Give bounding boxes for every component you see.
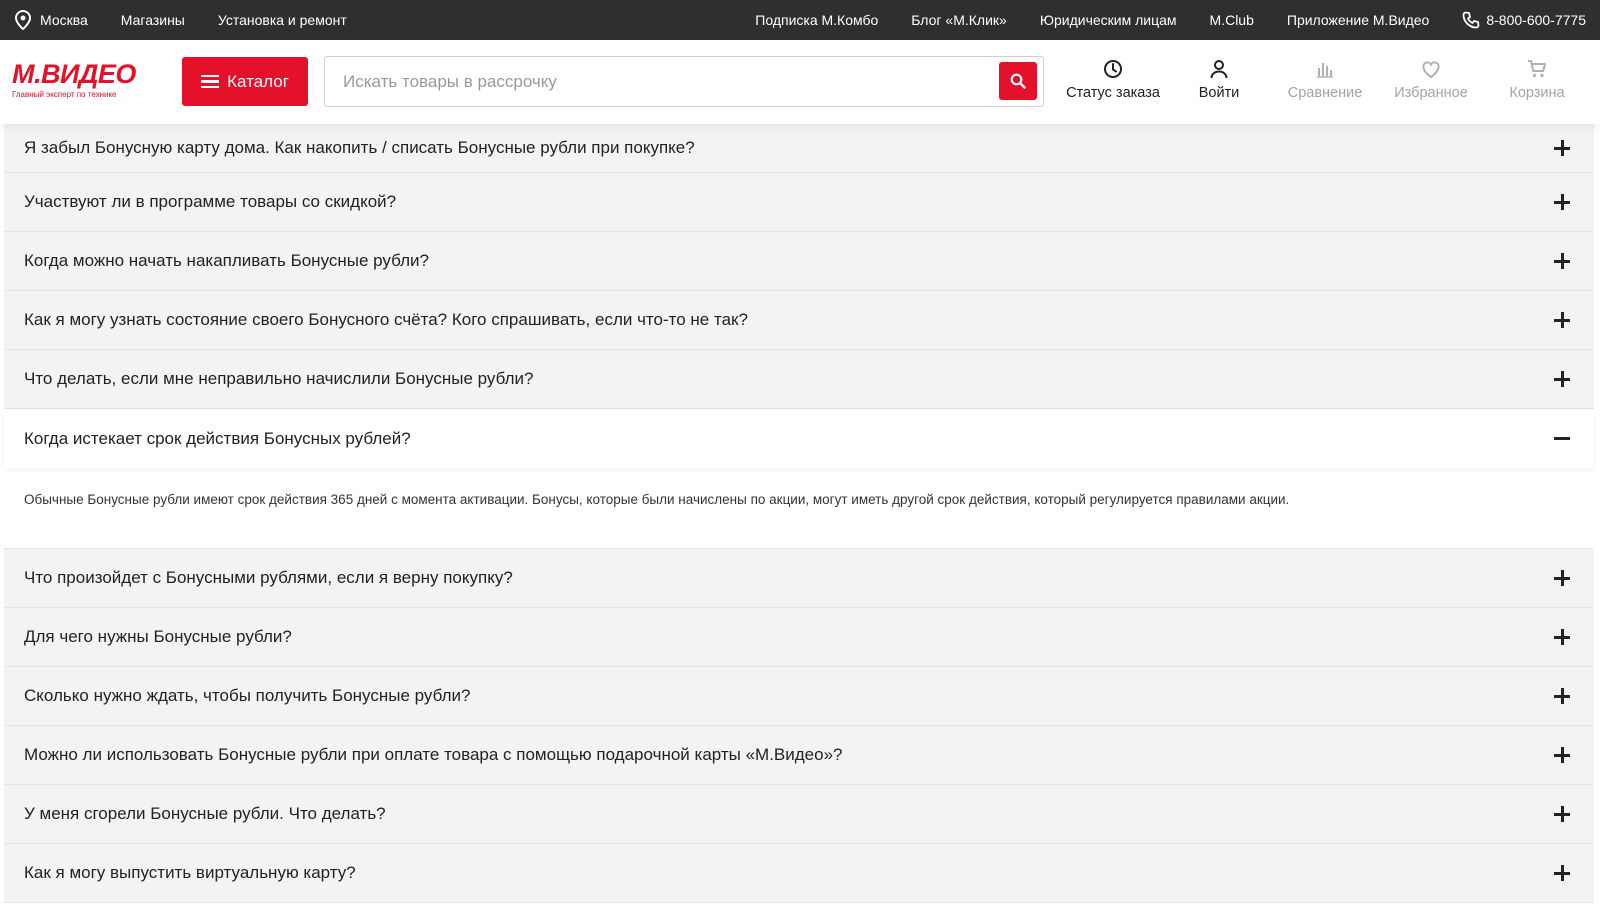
login-label: Войти: [1198, 85, 1240, 101]
faq-item[interactable]: Как я могу узнать состояние своего Бонус…: [4, 291, 1594, 350]
faq-accordion: Я забыл Бонусную карту дома. Как накопит…: [4, 124, 1594, 903]
topbar-link-blog[interactable]: Блог «М.Клик»: [911, 12, 1007, 28]
faq-question: Когда истекает срок действия Бонусных ру…: [24, 428, 411, 448]
top-bar: Москва Магазины Установка и ремонт Подпи…: [0, 0, 1600, 40]
plus-icon[interactable]: [1554, 253, 1570, 269]
topbar-link-mclub[interactable]: M.Club: [1210, 12, 1254, 28]
heart-icon: [1422, 61, 1440, 79]
plus-icon[interactable]: [1554, 312, 1570, 328]
faq-item[interactable]: Для чего нужны Бонусные рубли?: [4, 608, 1594, 667]
phone-link[interactable]: 8-800-600-7775: [1462, 11, 1586, 29]
compare-label: Сравнение: [1287, 85, 1363, 101]
catalog-button[interactable]: Каталог: [182, 57, 308, 106]
faq-answer: Обычные Бонусные рубли имеют срок действ…: [4, 468, 1594, 549]
faq-item[interactable]: Сколько нужно ждать, чтобы получить Бону…: [4, 667, 1594, 726]
plus-icon[interactable]: [1554, 806, 1570, 822]
faq-question: Что произойдет с Бонусными рублями, если…: [24, 568, 513, 587]
faq-item[interactable]: Как я могу выпустить виртуальную карту?: [4, 844, 1594, 903]
faq-question: У меня сгорели Бонусные рубли. Что делат…: [24, 804, 386, 823]
faq-question: Когда можно начать накапливать Бонусные …: [24, 251, 429, 270]
faq-question: Для чего нужны Бонусные рубли?: [24, 627, 292, 646]
order-status-label: Статус заказа: [1066, 85, 1160, 101]
minus-icon[interactable]: [1554, 431, 1570, 447]
phone-icon: [1462, 11, 1480, 29]
clock-icon: [1104, 60, 1122, 78]
faq-item[interactable]: Когда можно начать накапливать Бонусные …: [4, 232, 1594, 291]
compare-button[interactable]: Сравнение: [1272, 58, 1378, 101]
compare-icon: [1317, 63, 1333, 78]
faq-question: Сколько нужно ждать, чтобы получить Бону…: [24, 686, 471, 705]
login-button[interactable]: Войти: [1166, 58, 1272, 101]
phone-number: 8-800-600-7775: [1486, 12, 1586, 28]
plus-icon[interactable]: [1554, 865, 1570, 881]
topbar-link-subscription[interactable]: Подписка М.Комбо: [755, 12, 878, 28]
city-label: Москва: [40, 12, 88, 28]
order-status-button[interactable]: Статус заказа: [1060, 58, 1166, 101]
menu-icon: [201, 74, 220, 89]
faq-item[interactable]: Я забыл Бонусную карту дома. Как накопит…: [4, 124, 1594, 173]
plus-icon[interactable]: [1554, 140, 1570, 156]
main-header: М.ВИДЕО Главный эксперт по технике Катал…: [0, 40, 1600, 124]
faq-question: Как я могу выпустить виртуальную карту?: [24, 863, 356, 882]
plus-icon[interactable]: [1554, 371, 1570, 387]
cart-label: Корзина: [1509, 85, 1565, 101]
logo-text: М.ВИДЕО: [12, 59, 136, 89]
search-input[interactable]: [325, 57, 985, 106]
faq-question: Я забыл Бонусную карту дома. Как накопит…: [24, 138, 695, 157]
faq-item-open[interactable]: Когда истекает срок действия Бонусных ру…: [4, 409, 1594, 468]
plus-icon[interactable]: [1554, 688, 1570, 704]
topbar-link-stores[interactable]: Магазины: [121, 12, 185, 28]
faq-question: Участвуют ли в программе товары со скидк…: [24, 192, 397, 211]
location-pin-icon: [14, 10, 32, 30]
logo[interactable]: М.ВИДЕО Главный эксперт по технике: [12, 60, 142, 102]
logo-tagline: Главный эксперт по технике: [12, 90, 117, 99]
topbar-link-business[interactable]: Юридическим лицам: [1040, 12, 1177, 28]
search-box: [324, 56, 1044, 107]
faq-item[interactable]: Можно ли использовать Бонусные рубли при…: [4, 726, 1594, 785]
plus-icon[interactable]: [1554, 570, 1570, 586]
cart-button[interactable]: Корзина: [1484, 58, 1590, 101]
faq-question: Как я могу узнать состояние своего Бонус…: [24, 310, 748, 329]
search-icon: [1010, 73, 1026, 89]
topbar-link-install[interactable]: Установка и ремонт: [218, 12, 347, 28]
plus-icon[interactable]: [1554, 747, 1570, 763]
faq-item[interactable]: Что делать, если мне неправильно начисли…: [4, 350, 1594, 409]
favorites-label: Избранное: [1394, 85, 1468, 101]
faq-item[interactable]: Что произойдет с Бонусными рублями, если…: [4, 549, 1594, 608]
search-button[interactable]: [999, 62, 1037, 100]
faq-item[interactable]: Участвуют ли в программе товары со скидк…: [4, 173, 1594, 232]
favorites-button[interactable]: Избранное: [1378, 58, 1484, 101]
user-icon: [1210, 60, 1228, 79]
faq-item[interactable]: У меня сгорели Бонусные рубли. Что делат…: [4, 785, 1594, 844]
topbar-link-app[interactable]: Приложение М.Видео: [1287, 12, 1429, 28]
city-selector[interactable]: Москва: [14, 10, 88, 30]
plus-icon[interactable]: [1554, 629, 1570, 645]
faq-question: Можно ли использовать Бонусные рубли при…: [24, 745, 843, 764]
catalog-label: Каталог: [227, 71, 289, 91]
faq-question: Что делать, если мне неправильно начисли…: [24, 369, 534, 388]
cart-icon: [1528, 60, 1546, 78]
plus-icon[interactable]: [1554, 194, 1570, 210]
